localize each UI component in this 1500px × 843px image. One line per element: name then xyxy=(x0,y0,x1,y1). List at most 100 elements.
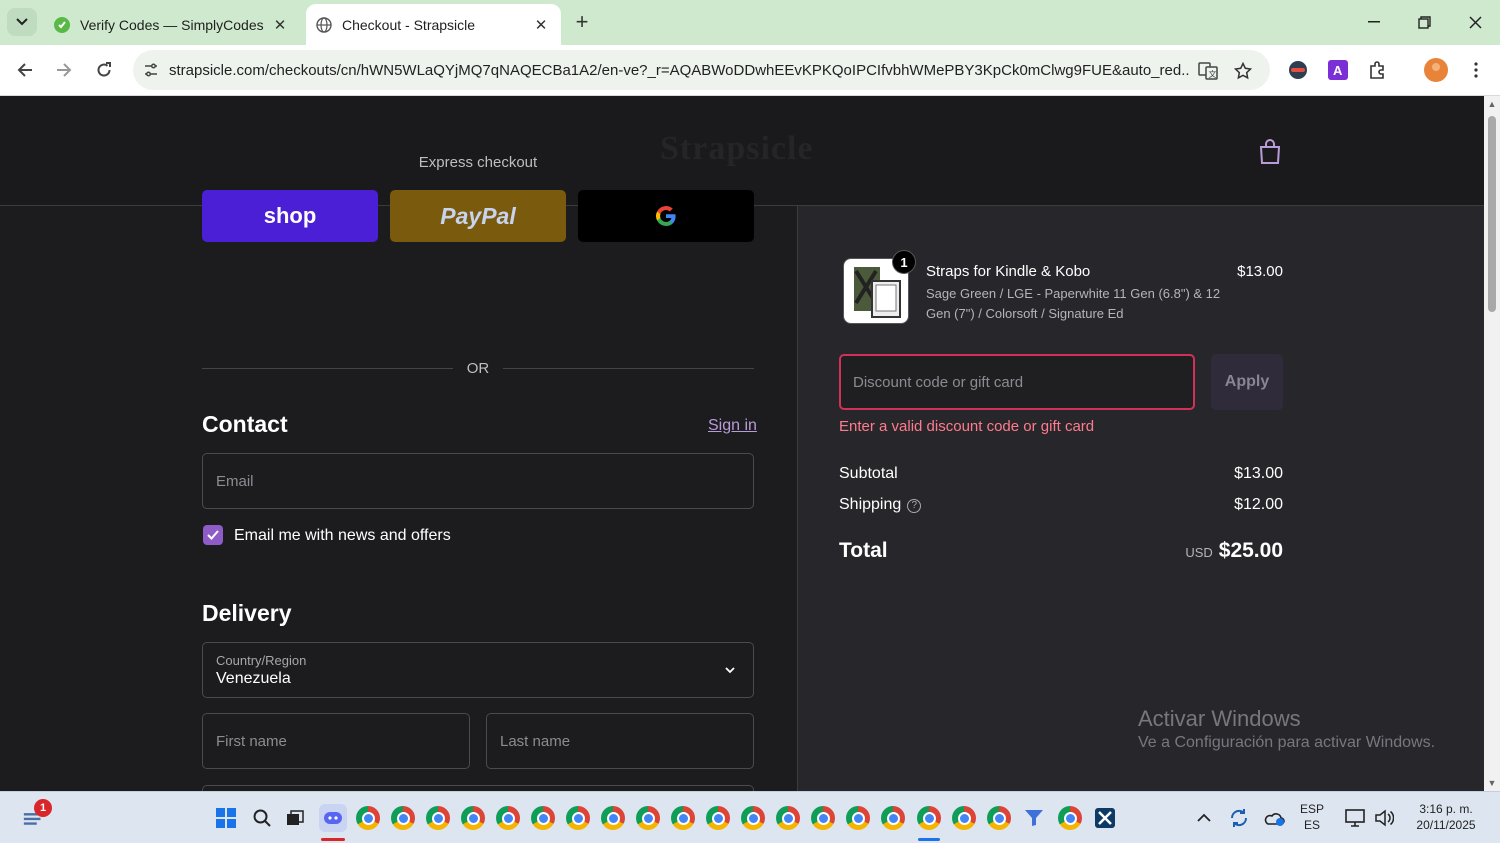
tab-simplycodes[interactable]: Verify Codes — SimplyCodes ✕ xyxy=(44,4,300,45)
product-variant: Sage Green / LGE - Paperwhite 11 Gen (6.… xyxy=(926,286,1221,321)
simplycodes-icon xyxy=(54,16,70,33)
subtotal-value: $13.00 xyxy=(1234,465,1283,482)
menu-kebab-icon[interactable] xyxy=(1464,58,1488,82)
discount-error-message: Enter a valid discount code or gift card xyxy=(839,418,1095,435)
sign-in-link[interactable]: Sign in xyxy=(708,417,757,435)
extensions-puzzle-icon[interactable] xyxy=(1366,58,1390,82)
chrome-icon[interactable] xyxy=(741,806,765,830)
chrome-icon[interactable] xyxy=(671,806,695,830)
shop-pay-button[interactable]: shop xyxy=(202,190,378,242)
close-window-button[interactable] xyxy=(1460,8,1490,36)
translate-icon[interactable]: 文 xyxy=(1197,60,1219,82)
chrome-icon[interactable] xyxy=(917,806,941,830)
address-bar[interactable]: strapsicle.com/checkouts/cn/hWN5WLaQYjMQ… xyxy=(133,50,1270,90)
new-tab-button[interactable]: + xyxy=(570,9,594,34)
divider-left xyxy=(202,368,453,369)
shipping-row: Shipping? xyxy=(839,496,922,514)
discount-code-input[interactable]: Discount code or gift card xyxy=(839,354,1195,410)
country-select[interactable]: Country/Region Venezuela xyxy=(202,642,754,698)
sync-icon[interactable] xyxy=(1227,806,1251,830)
filter-app-icon[interactable] xyxy=(1022,806,1046,830)
chrome-icon[interactable] xyxy=(356,806,380,830)
reload-icon xyxy=(97,62,111,77)
country-value: Venezuela xyxy=(216,670,291,687)
paypal-button[interactable]: PayPal xyxy=(390,190,566,242)
delivery-heading: Delivery xyxy=(202,600,292,626)
chrome-icon[interactable] xyxy=(531,806,555,830)
extension-a-icon[interactable]: A xyxy=(1326,58,1350,82)
tab-checkout[interactable]: Checkout - Strapsicle ✕ xyxy=(306,4,561,45)
scroll-down-icon[interactable]: ▼ xyxy=(1487,778,1497,788)
tab-title: Verify Codes — SimplyCodes xyxy=(80,16,264,33)
profile-avatar[interactable] xyxy=(1424,58,1448,82)
extension-mask-icon[interactable] xyxy=(1286,58,1310,82)
checkmark-icon xyxy=(207,530,219,540)
network-icon[interactable] xyxy=(1344,806,1368,830)
windows-start-icon[interactable] xyxy=(214,806,238,830)
reload-button[interactable] xyxy=(90,56,118,84)
paypal-label: PayPal xyxy=(440,202,516,229)
chrome-icon[interactable] xyxy=(566,806,590,830)
chrome-icon[interactable] xyxy=(426,806,450,830)
scrollbar-thumb[interactable] xyxy=(1488,116,1496,312)
capcut-icon[interactable] xyxy=(1093,806,1117,830)
chrome-icon[interactable] xyxy=(776,806,800,830)
minimize-button[interactable] xyxy=(1359,8,1389,36)
chrome-icon[interactable] xyxy=(601,806,625,830)
volume-icon[interactable] xyxy=(1372,806,1396,830)
chevron-down-icon xyxy=(16,18,28,26)
google-g-icon xyxy=(656,206,676,226)
language-code: ESP xyxy=(1300,802,1325,816)
chrome-icon[interactable] xyxy=(881,806,905,830)
bookmark-star-icon[interactable] xyxy=(1232,60,1254,82)
first-name-field[interactable]: First name xyxy=(202,713,470,769)
express-checkout-label: Express checkout xyxy=(418,154,538,171)
forward-button[interactable] xyxy=(50,56,78,84)
chrome-icon[interactable] xyxy=(952,806,976,830)
close-tab-icon[interactable]: ✕ xyxy=(270,15,290,35)
language-indicator[interactable]: ESP ES xyxy=(1300,801,1324,833)
scroll-up-icon[interactable]: ▲ xyxy=(1487,99,1497,109)
chrome-icon[interactable] xyxy=(811,806,835,830)
browser-tab-bar: Verify Codes — SimplyCodes ✕ Checkout - … xyxy=(0,0,1500,45)
google-pay-button[interactable] xyxy=(578,190,754,242)
discord-icon[interactable] xyxy=(319,804,347,832)
chrome-icon[interactable] xyxy=(461,806,485,830)
chrome-icon[interactable] xyxy=(1058,806,1082,830)
contact-heading: Contact xyxy=(202,411,288,437)
apply-discount-button[interactable]: Apply xyxy=(1211,354,1283,410)
site-info-icon[interactable] xyxy=(133,62,169,78)
windows-taskbar: ESP ES 3:16 p. m. 20/11/2025 xyxy=(0,791,1500,843)
notification-badge: 1 xyxy=(34,799,52,817)
email-field[interactable]: Email xyxy=(202,453,754,509)
active-indicator xyxy=(321,838,345,841)
windows-activation-subtitle: Ve a Configuración para activar Windows. xyxy=(1138,734,1436,751)
search-icon[interactable] xyxy=(250,806,274,830)
newsletter-label[interactable]: Email me with news and offers xyxy=(234,527,451,545)
shopping-bag-icon[interactable] xyxy=(1257,138,1283,166)
chrome-icon[interactable] xyxy=(496,806,520,830)
help-icon[interactable]: ? xyxy=(907,498,922,513)
chevron-up-icon[interactable] xyxy=(1192,806,1216,830)
tab-search-button[interactable] xyxy=(7,8,37,36)
clock-time: 3:16 p. m. xyxy=(1419,802,1473,816)
restore-button[interactable] xyxy=(1409,8,1439,36)
last-name-field[interactable]: Last name xyxy=(486,713,754,769)
chrome-icon[interactable] xyxy=(706,806,730,830)
close-tab-icon[interactable]: ✕ xyxy=(531,15,551,35)
chrome-icon[interactable] xyxy=(987,806,1011,830)
svg-text:A: A xyxy=(1333,63,1343,78)
chrome-icon[interactable] xyxy=(391,806,415,830)
task-view-icon[interactable] xyxy=(283,806,307,830)
arrow-right-icon xyxy=(57,63,72,77)
close-icon xyxy=(1468,15,1482,29)
onedrive-icon[interactable] xyxy=(1262,806,1286,830)
newsletter-checkbox[interactable] xyxy=(203,525,223,545)
chrome-icon[interactable] xyxy=(636,806,660,830)
back-button[interactable] xyxy=(11,56,39,84)
page-scrollbar[interactable]: ▲ ▼ xyxy=(1484,96,1500,791)
minimize-icon xyxy=(1368,21,1380,23)
globe-icon xyxy=(316,16,332,33)
clock[interactable]: 3:16 p. m. 20/11/2025 xyxy=(1405,801,1487,833)
chrome-icon[interactable] xyxy=(846,806,870,830)
